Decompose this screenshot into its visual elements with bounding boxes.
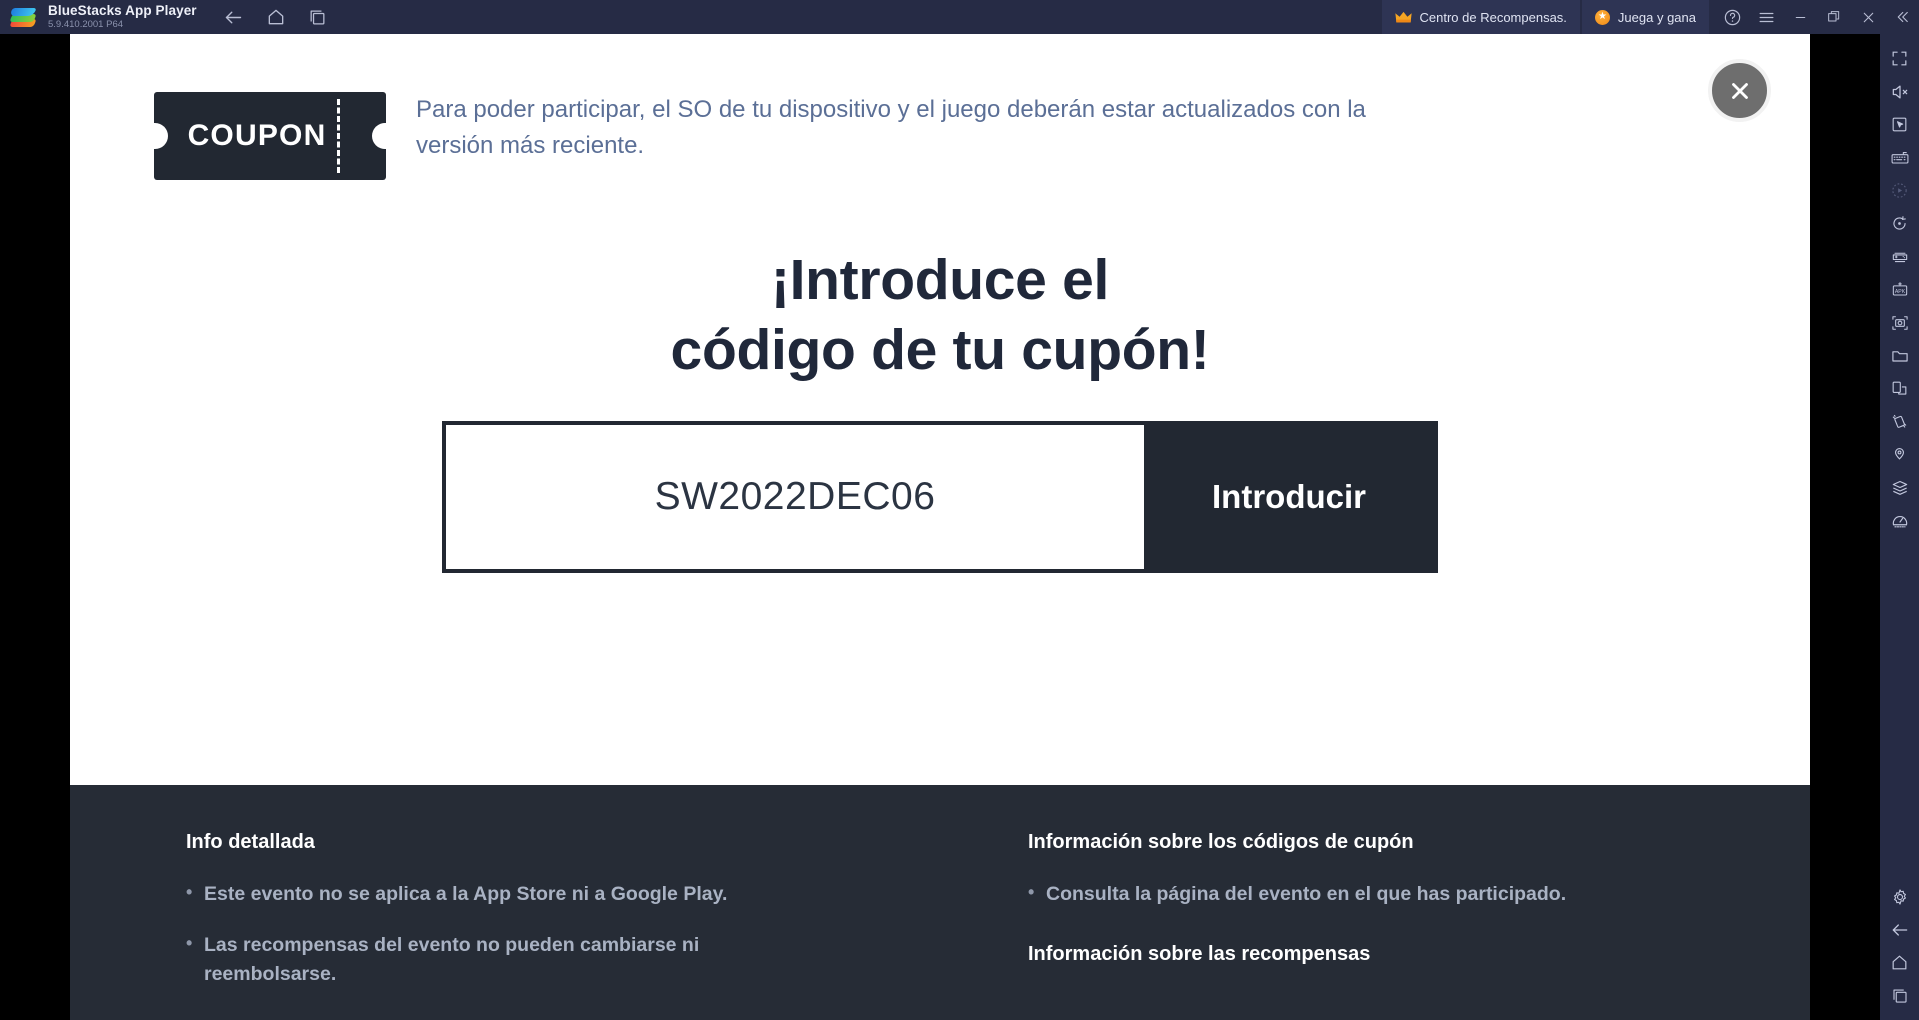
game-viewport: COUPON Para poder participar, el SO de t… <box>0 34 1880 1020</box>
rewards-center-label: Centro de Recompensas. <box>1419 9 1567 25</box>
back-icon[interactable] <box>1880 913 1919 946</box>
minimize-icon[interactable] <box>1783 0 1817 34</box>
coupon-notch-right <box>372 123 387 149</box>
page-title: ¡Introduce el código de tu cupón! <box>70 246 1810 385</box>
footer-right-title: Información sobre los códigos de cupón <box>1028 831 1414 853</box>
coupon-notch-left <box>153 123 168 149</box>
recents-icon[interactable] <box>1880 979 1919 1012</box>
list-item: Consulta la página del evento en el que … <box>1028 879 1668 909</box>
coupon-notice-text: Para poder participar, el SO de tu dispo… <box>416 96 1366 160</box>
multi-instance-icon[interactable] <box>1880 372 1919 405</box>
footer-column-coupon-info: Información sobre los códigos de cupón C… <box>940 831 1810 1020</box>
star-badge-icon: ★ <box>1594 9 1610 25</box>
footer-left-title: Info detallada <box>186 831 315 853</box>
coupon-modal-footer: Info detallada Este evento no se aplica … <box>70 785 1810 1020</box>
list-item: Este evento no se aplica a la App Store … <box>186 879 826 909</box>
footer-right-list: Consulta la página del evento en el que … <box>1028 879 1810 909</box>
macros-icon[interactable] <box>1880 471 1919 504</box>
coupon-badge-label: COUPON <box>187 119 327 152</box>
close-icon[interactable] <box>1851 0 1885 34</box>
titlebar-nav-icons <box>223 6 329 28</box>
footer-column-details: Info detallada Este evento no se aplica … <box>70 831 940 1020</box>
coupon-code-input[interactable] <box>446 425 1144 570</box>
home-icon[interactable] <box>1880 946 1919 979</box>
bluestacks-window: BlueStacks App Player 5.9.410.2001 P64 C… <box>0 0 1919 1020</box>
help-icon[interactable] <box>1715 0 1749 34</box>
close-icon <box>1731 82 1748 99</box>
gamepad-icon[interactable] <box>1880 240 1919 273</box>
bluestacks-sidebar: APK <box>1880 34 1919 1020</box>
recents-icon[interactable] <box>307 6 329 28</box>
record-icon[interactable] <box>1880 174 1919 207</box>
rotate-icon[interactable] <box>1880 207 1919 240</box>
coupon-notice-row: COUPON Para poder participar, el SO de t… <box>70 34 1810 180</box>
svg-text:APK: APK <box>1894 288 1905 294</box>
list-item: Las recompensas del evento no pueden cam… <box>186 930 826 989</box>
page-title-line1: ¡Introduce el <box>770 248 1110 312</box>
keyboard-icon[interactable] <box>1880 141 1919 174</box>
coupon-badge: COUPON <box>153 92 387 180</box>
titlebar: BlueStacks App Player 5.9.410.2001 P64 C… <box>0 0 1919 34</box>
modal-close-button[interactable] <box>1708 59 1771 122</box>
performance-icon[interactable] <box>1880 504 1919 537</box>
page-title-line2: código de tu cupón! <box>670 317 1210 382</box>
cursor-icon[interactable] <box>1880 108 1919 141</box>
screenshot-icon[interactable] <box>1880 306 1919 339</box>
submit-coupon-button[interactable]: Introducir <box>1144 425 1434 570</box>
home-icon[interactable] <box>265 6 287 28</box>
play-and-earn-button[interactable]: ★ Juega y gana <box>1581 0 1709 34</box>
rewards-center-button[interactable]: Centro de Recompensas. <box>1381 0 1580 34</box>
location-icon[interactable] <box>1880 438 1919 471</box>
titlebar-text-block: BlueStacks App Player 5.9.410.2001 P64 <box>48 4 197 29</box>
app-title: BlueStacks App Player <box>48 3 197 19</box>
menu-icon[interactable] <box>1749 0 1783 34</box>
crown-icon <box>1394 11 1412 22</box>
footer-left-list: Este evento no se aplica a la App Store … <box>186 879 940 989</box>
app-version: 5.9.410.2001 P64 <box>48 18 124 30</box>
coupon-modal-body: COUPON Para poder participar, el SO de t… <box>70 34 1810 785</box>
coupon-perforation <box>337 99 340 173</box>
shake-icon[interactable] <box>1880 405 1919 438</box>
footer-right-second-title: Información sobre las recompensas <box>1028 942 1371 965</box>
collapse-icon[interactable] <box>1885 0 1919 34</box>
window-buttons <box>1715 0 1919 34</box>
coupon-code-row: Introducir <box>442 421 1438 574</box>
maximize-icon[interactable] <box>1817 0 1851 34</box>
fullscreen-icon[interactable] <box>1880 42 1919 75</box>
play-and-earn-label: Juega y gana <box>1617 9 1696 25</box>
coupon-modal: COUPON Para poder participar, el SO de t… <box>70 34 1810 1020</box>
install-apk-icon[interactable]: APK <box>1880 273 1919 306</box>
settings-gear-icon[interactable] <box>1880 880 1919 913</box>
media-folder-icon[interactable] <box>1880 339 1919 372</box>
mute-icon[interactable] <box>1880 75 1919 108</box>
bluestacks-logo-icon <box>9 4 37 30</box>
back-icon[interactable] <box>223 6 245 28</box>
